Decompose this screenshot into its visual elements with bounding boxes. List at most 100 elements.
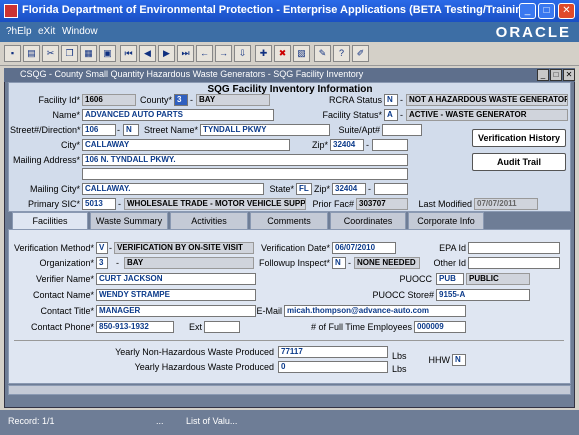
frame-minimize-button[interactable]: _ [537, 69, 549, 81]
contact-phone-field[interactable]: 850-913-1932 [96, 321, 174, 333]
audit-trail-button[interactable]: Audit Trail [472, 153, 566, 171]
city-label: City* [60, 140, 80, 150]
previous-record-icon[interactable]: ◀ [139, 45, 156, 62]
followup-code-field[interactable]: N [332, 257, 346, 269]
email-field[interactable]: micah.thompson@advance-auto.com [284, 305, 466, 317]
street-number-field[interactable]: 106 [82, 124, 116, 136]
state-label: State* [269, 184, 294, 194]
tab-comments[interactable]: Comments [250, 212, 328, 230]
previous-block-icon[interactable]: ← [196, 45, 213, 62]
name-field[interactable]: ADVANCED AUTO PARTS [82, 109, 274, 121]
ext-label: Ext [188, 322, 202, 332]
horizontal-scrollbar[interactable] [8, 385, 571, 395]
organization-label: Organization* [39, 258, 94, 268]
verification-history-button[interactable]: Verification History [472, 129, 566, 147]
save-icon[interactable]: ▪ [4, 45, 21, 62]
menu-window[interactable]: Window [62, 26, 98, 37]
hhw-field[interactable]: N [452, 354, 466, 366]
county-label: County* [139, 95, 172, 105]
city-field[interactable]: CALLAWAY [82, 139, 290, 151]
query-icon[interactable]: ▣ [99, 45, 116, 62]
suite-field[interactable] [382, 124, 422, 136]
minimize-button[interactable]: _ [519, 3, 536, 19]
street-label: Street#/Direction* [10, 125, 81, 135]
mailing-address-line2-field[interactable] [82, 168, 408, 180]
tool-icon[interactable]: ✐ [352, 45, 369, 62]
divider [14, 340, 564, 341]
copy-icon[interactable]: ❐ [61, 45, 78, 62]
mailing-address-line1-field[interactable]: 106 N. TYNDALL PKWY. [82, 154, 408, 166]
window-title: Florida Department of Environmental Prot… [22, 4, 533, 16]
edit-icon[interactable]: ✎ [314, 45, 331, 62]
first-record-icon[interactable]: ⏮ [120, 45, 137, 62]
toolbar: ▪ ▤ ✂ ❐ ▦ ▣ ⏮ ◀ ▶ ⏭ ← → ⇩ ✚ ✖ ▧ ✎ ? ✐ [0, 42, 579, 66]
verification-method-code-field[interactable]: V [96, 242, 108, 254]
prior-fac-field: 303707 [356, 198, 408, 210]
insert-record-icon[interactable]: ✚ [255, 45, 272, 62]
rcra-status-code-field[interactable]: N [384, 94, 398, 106]
tab-waste-summary[interactable]: Waste Summary [90, 212, 168, 230]
next-record-icon[interactable]: ▶ [158, 45, 175, 62]
primary-sic-code-field[interactable]: 5013 [82, 198, 116, 210]
contact-title-field[interactable]: MANAGER [96, 305, 256, 317]
menu-bar: ?hElp eXit Window [0, 22, 579, 42]
haz-unit: Lbs [392, 364, 407, 374]
last-record-icon[interactable]: ⏭ [177, 45, 194, 62]
tab-corporate-info[interactable]: Corporate Info [408, 212, 484, 230]
verification-date-field[interactable]: 06/07/2010 [332, 242, 396, 254]
puocc-store-label: PUOCC Store# [372, 290, 434, 300]
name-label: Name* [52, 110, 80, 120]
menu-help[interactable]: ?hElp [6, 26, 32, 37]
paste-icon[interactable]: ▦ [80, 45, 97, 62]
mailing-zip-ext-field[interactable] [374, 183, 408, 195]
epa-id-field[interactable] [468, 242, 560, 254]
nonhaz-waste-field[interactable]: 77117 [278, 346, 388, 358]
other-id-field[interactable] [468, 257, 560, 269]
help-icon[interactable]: ? [333, 45, 350, 62]
hhw-label: HHW [428, 355, 451, 365]
tab-coordinates[interactable]: Coordinates [330, 212, 406, 230]
street-name-field[interactable]: TYNDALL PKWY [200, 124, 330, 136]
frame-maximize-button[interactable]: □ [550, 69, 562, 81]
puocc-code-field[interactable]: PUB [436, 273, 464, 285]
contact-name-label: Contact Name* [32, 290, 94, 300]
tab-activities[interactable]: Activities [170, 212, 248, 230]
last-modified-label: Last Modified [418, 199, 472, 209]
close-button[interactable]: ✕ [558, 3, 575, 19]
next-block-icon[interactable]: → [215, 45, 232, 62]
menu-exit[interactable]: eXit [38, 26, 55, 37]
ext-field[interactable] [204, 321, 240, 333]
tab-facilities[interactable]: Facilities [12, 212, 88, 230]
zip-field[interactable]: 32404 [330, 139, 364, 151]
print-icon[interactable]: ▤ [23, 45, 40, 62]
puocc-store-field[interactable]: 9155-A [436, 289, 530, 301]
other-id-label: Other Id [433, 258, 466, 268]
employees-label: # of Full Time Employees [310, 322, 412, 332]
contact-title-label: Contact Title* [40, 306, 94, 316]
puocc-label: PUOCC [399, 274, 432, 284]
facility-status-code-field[interactable]: A [384, 109, 398, 121]
direction-field[interactable]: N [123, 124, 139, 136]
primary-sic-desc: WHOLESALE TRADE - MOTOR VEHICLE SUPPLIE [124, 198, 306, 210]
delete-record-icon[interactable]: ✖ [274, 45, 291, 62]
verifier-name-field[interactable]: CURT JACKSON [96, 273, 256, 285]
maximize-button[interactable]: □ [538, 3, 555, 19]
prior-fac-label: Prior Fac# [312, 199, 354, 209]
contact-phone-label: Contact Phone* [30, 322, 94, 332]
county-code-field[interactable]: 3 [174, 94, 188, 106]
cut-icon[interactable]: ✂ [42, 45, 59, 62]
contact-name-field[interactable]: WENDY STRAMPE [96, 289, 256, 301]
employees-field[interactable]: 000009 [414, 321, 466, 333]
zip-ext-field[interactable] [372, 139, 408, 151]
haz-waste-field[interactable]: 0 [278, 361, 388, 373]
down-icon[interactable]: ⇩ [234, 45, 251, 62]
state-field[interactable]: FL [296, 183, 312, 195]
suite-label: Suite/Apt# [338, 125, 380, 135]
followup-inspect-label: Followup Inspect* [258, 258, 330, 268]
mailing-city-field[interactable]: CALLAWAY. [82, 183, 264, 195]
frame-close-button[interactable]: ✕ [563, 69, 575, 81]
organization-code-field[interactable]: 3 [96, 257, 108, 269]
clear-icon[interactable]: ▧ [293, 45, 310, 62]
rcra-status-desc: NOT A HAZARDOUS WASTE GENERATOR [406, 94, 568, 106]
mailing-zip-field[interactable]: 32404 [332, 183, 366, 195]
